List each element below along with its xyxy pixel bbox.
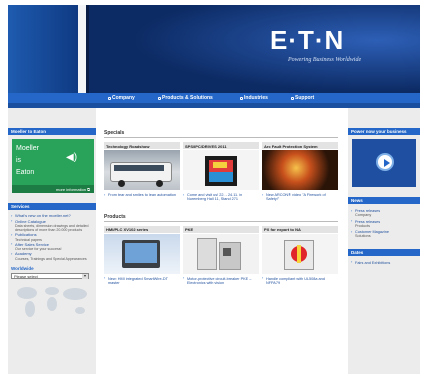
nav-item-label: Industries: [244, 95, 268, 101]
news-sub: Products: [355, 223, 370, 228]
specials-title: Specials: [104, 130, 338, 138]
main-nav: Company Products & Solutions Industries …: [8, 93, 420, 103]
hmi-plc-image[interactable]: [104, 233, 180, 274]
special-card[interactable]: Technology Roadshow From tear and smiles…: [104, 142, 180, 202]
service-academy[interactable]: Academy: [11, 252, 93, 257]
product-card[interactable]: PX for export to NA Handle compliant wit…: [262, 225, 338, 286]
nav-bullet-icon: [158, 96, 161, 100]
moeller-line: Moeller: [16, 145, 39, 152]
dates-title: Dates: [348, 248, 420, 256]
nav-item-industries[interactable]: Industries: [240, 95, 268, 101]
service-label: Online Catalogue: [15, 218, 46, 224]
card-title: HMI/PLC XV102 series: [104, 225, 180, 233]
card-link[interactable]: New: HMI integrated SmartWire-DT master: [104, 276, 180, 286]
nav-item-company[interactable]: Company: [108, 95, 135, 101]
moeller-line: Eaton: [16, 169, 35, 176]
main-content: Specials Technology Roadshow From tear a…: [104, 130, 340, 285]
nav-item-products[interactable]: Products & Solutions: [158, 95, 213, 101]
nav-item-label: Products & Solutions: [162, 95, 213, 101]
video-teaser[interactable]: [352, 139, 416, 187]
card-link[interactable]: New ARCON® video "A Firework of Safety!": [262, 193, 338, 202]
card-link[interactable]: Handle compliant with UL508a and NFPA79: [262, 276, 338, 286]
nav-item-label: Company: [112, 95, 135, 101]
moeller-line: is: [16, 157, 22, 164]
px-handle-image[interactable]: [262, 233, 338, 274]
news-item[interactable]: Press releases Company: [351, 209, 417, 218]
service-label: What's new on the moeller.net?: [15, 213, 71, 218]
more-information-link[interactable]: more information ⧉: [12, 185, 94, 193]
product-card[interactable]: HMI/PLC XV102 series New: HMI integrated…: [104, 225, 180, 286]
power-box-title: Power now your business: [348, 128, 420, 135]
roadshow-bus-image[interactable]: [104, 150, 180, 190]
service-after-sales[interactable]: After Sales Service: [11, 241, 93, 248]
card-title: PX for export to NA: [262, 225, 338, 233]
card-link[interactable]: From tear and smiles to lean automation: [104, 192, 180, 197]
worldwide-select-value: Please select: [14, 274, 38, 280]
service-label: After Sales Service: [15, 241, 50, 247]
services-title: Services: [8, 203, 96, 210]
news-item[interactable]: Customer Magazine Solutions: [351, 230, 417, 239]
pke-breaker-image[interactable]: [183, 233, 259, 274]
play-icon[interactable]: [376, 153, 394, 171]
dates-list: Fairs and Exhibitions: [348, 256, 420, 265]
sps-fair-image[interactable]: [183, 150, 259, 190]
firework-image[interactable]: [262, 150, 338, 190]
card-title: Technology Roadshow: [104, 142, 180, 149]
service-online-catalogue[interactable]: Online Catalogue: [11, 218, 93, 225]
specials-cards: Technology Roadshow From tear and smiles…: [104, 142, 340, 202]
header-banner: E·T·N Powering Business Worldwide: [8, 5, 420, 93]
news-list: Press releases Company Press releases Pr…: [348, 204, 420, 239]
nav-bullet-icon: [291, 96, 294, 100]
worldwide-title: Worldwide: [11, 265, 34, 271]
more-information-label: more information: [56, 187, 87, 192]
nav-bullet-icon: [108, 96, 111, 100]
news-item[interactable]: Press releases Products: [351, 219, 417, 229]
card-link[interactable]: Motor-protective circuit-breaker PKE – E…: [183, 276, 259, 286]
card-link[interactable]: Come and visit us! 22. - 24.11. in Nurem…: [183, 193, 259, 202]
external-link-icon: ⧉: [87, 187, 90, 192]
speaker-icon: ◀): [66, 152, 78, 163]
moeller-to-eaton-banner[interactable]: Moeller is Eaton ◀) more information ⧉: [12, 139, 94, 193]
nav-bullet-icon: [240, 96, 243, 100]
dates-label: Fairs and Exhibitions: [355, 260, 391, 265]
header-tagline: Powering Business Worldwide: [288, 57, 362, 63]
products-title: Products: [104, 214, 338, 222]
service-publications[interactable]: Publications: [11, 232, 93, 238]
services-list: What's new on the moeller.net? Online Ca…: [8, 213, 96, 261]
header-divider: [78, 5, 86, 93]
service-label: Academy: [15, 251, 32, 257]
nav-item-label: Support: [295, 95, 315, 101]
news-sub: Company: [355, 213, 372, 218]
left-sidebar: Moeller to Eaton Moeller is Eaton ◀) mor…: [8, 108, 96, 374]
card-title: PKE: [183, 225, 259, 233]
header-divider-dark: [86, 5, 89, 93]
products-cards: HMI/PLC XV102 series New: HMI integrated…: [104, 225, 340, 286]
news-sub: Solutions: [355, 234, 371, 239]
card-title: Arc Fault Protection System: [262, 142, 338, 149]
worldwide-select[interactable]: Please select ▼: [11, 272, 89, 280]
service-label: Publications: [15, 232, 37, 238]
special-card[interactable]: SPS/IPC/DRIVES 2011 Come and visit us! 2…: [183, 142, 259, 202]
eaton-logo[interactable]: E·T·N: [270, 25, 344, 56]
right-sidebar: Power now your business News Press relea…: [348, 108, 420, 374]
product-card[interactable]: PKE Motor-protective circuit-breaker PKE…: [183, 225, 259, 286]
card-title: SPS/IPC/DRIVES 2011: [183, 142, 259, 149]
chevron-down-icon: ▼: [82, 273, 88, 279]
service-description: Data sheets, dimension drawings and deta…: [15, 224, 89, 233]
special-card[interactable]: Arc Fault Protection System New ARCON® v…: [262, 142, 338, 202]
moeller-box-title: Moeller to Eaton: [8, 128, 96, 135]
dates-item[interactable]: Fairs and Exhibitions: [351, 260, 417, 265]
header-stripe: [8, 5, 78, 93]
world-map-image: [11, 283, 93, 323]
nav-item-support[interactable]: Support: [291, 95, 314, 101]
news-title: News: [348, 197, 420, 204]
service-description: Courses, Trainings and Special Appearanc…: [15, 256, 87, 261]
